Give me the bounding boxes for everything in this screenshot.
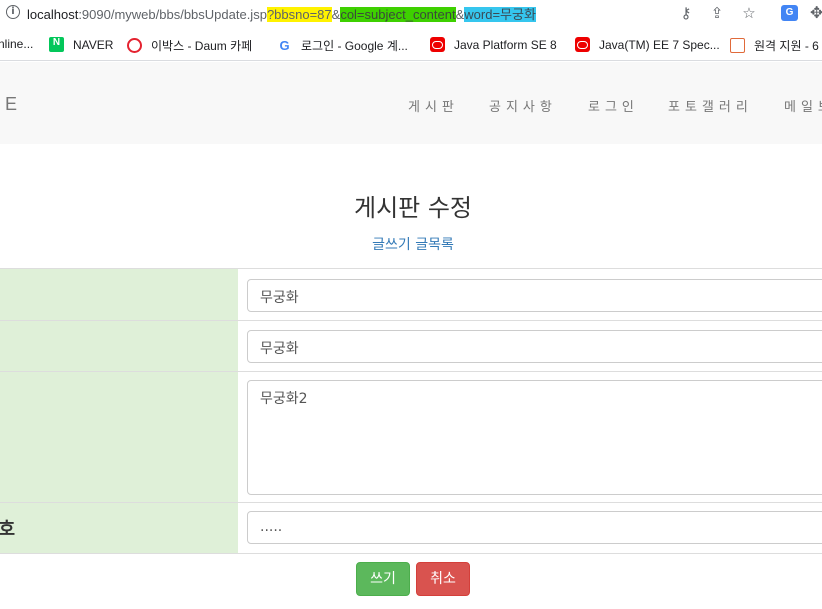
bookmark-label: Java Platform SE 8: [454, 37, 557, 52]
bookmark-label: nline...: [0, 37, 34, 51]
daum-icon: [127, 38, 142, 53]
write-button[interactable]: 쓰기: [356, 562, 410, 596]
key-icon[interactable]: ⚷: [677, 4, 695, 22]
form-label-cell: 자: [0, 269, 238, 320]
form-row-title: 무궁화: [0, 321, 822, 372]
bookmark-java-se[interactable]: Java Platform SE 8: [430, 37, 557, 52]
bookmark-label: NAVER: [73, 37, 114, 52]
bookmark-google[interactable]: G 로그인 - Google 계...: [277, 37, 408, 54]
nav-photo-gallery[interactable]: 포토갤러리: [668, 96, 753, 115]
url-separator: &: [455, 7, 465, 22]
extensions-puzzle-icon[interactable]: ✥: [810, 3, 822, 22]
bookmark-daum[interactable]: 이박스 - Daum 카페: [127, 37, 252, 54]
url-param-bbsno: ?bbsno=87: [266, 7, 332, 22]
form-label-cell: [0, 372, 238, 502]
bookmark-label: 로그인 - Google 계...: [301, 39, 408, 53]
url-separator: &: [331, 7, 341, 22]
form-label-cell: [0, 321, 238, 371]
form-label: 자: [0, 281, 238, 307]
bookmark-remote[interactable]: 원격 지원 - 6: [730, 37, 819, 54]
cancel-button[interactable]: 취소: [416, 562, 470, 596]
url-host: localhost: [27, 7, 79, 22]
site-navbar: E 게시판 공지사항 로그인 포토갤러리 메일보: [0, 62, 822, 144]
form-row-subject: 자 무궁화: [0, 269, 822, 321]
list-link[interactable]: 글목록: [415, 237, 454, 253]
star-icon[interactable]: ☆: [740, 4, 758, 22]
password-input[interactable]: .....: [247, 511, 822, 544]
bookmark-label: 원격 지원 - 6: [754, 39, 819, 53]
bookmark-java-ee[interactable]: Java(TM) EE 7 Spec...: [575, 37, 720, 52]
oracle-icon: [430, 37, 445, 52]
form-label: 번호: [0, 519, 16, 540]
subject-input[interactable]: 무궁화: [247, 330, 822, 363]
url-param-col: col=subject_content: [340, 7, 456, 22]
form-row-content: 무궁화2: [0, 372, 822, 503]
form-label-cell: 번호: [0, 503, 238, 553]
update-form: 자 무궁화 무궁화 무궁화2 번호 .....: [0, 268, 822, 554]
nav-notice[interactable]: 공지사항: [489, 96, 557, 115]
naver-icon: N: [49, 37, 64, 52]
translate-extension-icon[interactable]: G: [781, 5, 798, 21]
info-icon[interactable]: i: [6, 5, 20, 19]
url-param-word: word=무궁화: [464, 7, 536, 22]
bookmark-label: 이박스 - Daum 카페: [151, 39, 253, 53]
content-textarea[interactable]: 무궁화2: [247, 380, 822, 495]
url-path: :9090/myweb/bbs/bbsUpdate.jsp: [78, 7, 267, 22]
bookmarks-bar: nline... N NAVER 이박스 - Daum 카페 G 로그인 - G…: [0, 28, 822, 61]
share-icon[interactable]: ⇪: [708, 4, 726, 22]
nav-login[interactable]: 로그인: [588, 96, 639, 115]
bookmark-naver[interactable]: N NAVER: [49, 37, 113, 52]
google-icon: G: [279, 38, 290, 53]
url-field[interactable]: localhost:9090/myweb/bbs/bbsUpdate.jsp?b…: [27, 4, 536, 23]
bookmark-item[interactable]: nline...: [0, 37, 33, 51]
nav-mail[interactable]: 메일보: [784, 96, 822, 115]
address-bar: i localhost:9090/myweb/bbs/bbsUpdate.jsp…: [0, 0, 822, 28]
folder-icon: [730, 38, 745, 53]
oracle-icon: [575, 37, 590, 52]
page-title: 게시판 수정: [353, 194, 473, 222]
form-row-password: 번호 .....: [0, 503, 822, 554]
writer-input[interactable]: 무궁화: [247, 279, 822, 312]
write-link[interactable]: 글쓰기: [372, 237, 411, 253]
nav-board[interactable]: 게시판: [408, 96, 459, 115]
site-brand[interactable]: E: [5, 94, 17, 115]
bookmark-label: Java(TM) EE 7 Spec...: [599, 37, 720, 52]
sublinks: 글쓰기 글목록: [0, 234, 822, 254]
